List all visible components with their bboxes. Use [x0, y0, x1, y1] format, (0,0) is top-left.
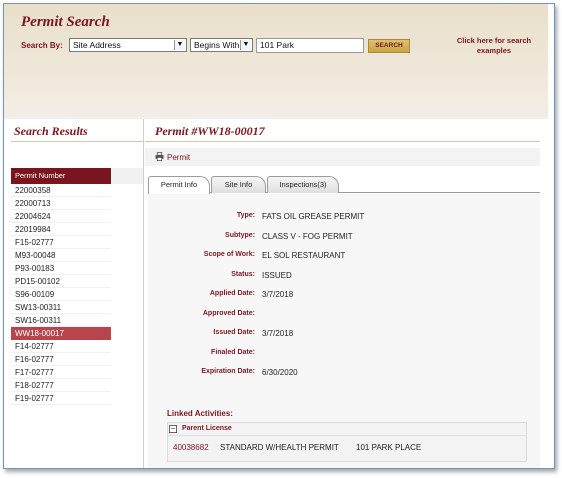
- activity-type: STANDARD W/HEALTH PERMIT: [220, 443, 339, 452]
- field-value: 6/30/2020: [262, 368, 298, 377]
- info-row: Subtype: CLASS V - FOG PERMIT: [148, 232, 540, 244]
- search-field-value: Site Address: [73, 40, 121, 50]
- search-header: Permit Search Search By: Site Address ▼ …: [4, 4, 548, 119]
- info-row: Expiration Date: 6/30/2020: [148, 368, 540, 380]
- result-item[interactable]: F19-02777: [11, 392, 111, 405]
- field-value: EL SOL RESTAURANT: [262, 251, 346, 260]
- info-row: Type: FATS OIL GREASE PERMIT: [148, 212, 540, 224]
- linked-activities-box: − Parent License 40038682 STANDARD W/HEA…: [167, 422, 527, 462]
- print-permit-link[interactable]: Permit: [167, 153, 190, 162]
- field-value: 3/7/2018: [262, 290, 294, 299]
- chevron-down-icon: ▼: [240, 40, 251, 50]
- divider: [145, 141, 540, 142]
- results-list: 22000358 22000713 22004624 22019984 F15-0277…: [11, 184, 143, 405]
- result-item[interactable]: SW16-00311: [11, 314, 111, 327]
- field-label: Approved Date:: [202, 310, 255, 317]
- result-item[interactable]: 22019984: [11, 223, 111, 236]
- activity-number-link[interactable]: 40038682: [173, 443, 209, 452]
- result-item[interactable]: WW18-00017: [11, 327, 111, 340]
- field-label: Scope of Work:: [203, 251, 255, 258]
- field-label: Status:: [231, 271, 255, 278]
- activity-address: 101 PARK PLACE: [356, 443, 422, 452]
- field-value: FATS OIL GREASE PERMIT: [262, 212, 365, 221]
- search-button[interactable]: SEARCH: [368, 39, 410, 53]
- result-item[interactable]: F15-02777: [11, 236, 111, 249]
- result-item[interactable]: M93-00048: [11, 249, 111, 262]
- field-value: CLASS V - FOG PERMIT: [262, 232, 353, 241]
- result-item[interactable]: PD15-00102: [11, 275, 111, 288]
- tab-site-info[interactable]: Site Info: [211, 176, 266, 193]
- result-item[interactable]: F14-02777: [11, 340, 111, 353]
- result-item[interactable]: SW13-00311: [11, 301, 111, 314]
- result-item[interactable]: F18-02777: [11, 379, 111, 392]
- match-type-select[interactable]: Begins With ▼: [190, 38, 253, 52]
- info-row: Issued Date: 3/7/2018: [148, 329, 540, 341]
- result-item[interactable]: S96-00109: [11, 288, 111, 301]
- info-row: Status: ISSUED: [148, 271, 540, 283]
- result-item[interactable]: 22000713: [11, 197, 111, 210]
- result-item[interactable]: F16-02777: [11, 353, 111, 366]
- permit-number-column-header: Permit Number: [11, 168, 111, 184]
- permit-tabs: Permit Info Site Info Inspections(3): [148, 176, 540, 194]
- result-item[interactable]: P93-00183: [11, 262, 111, 275]
- minus-box-icon[interactable]: −: [169, 425, 177, 433]
- field-value: 3/7/2018: [262, 329, 294, 338]
- print-toolbar: [145, 148, 540, 166]
- info-row: Applied Date: 3/7/2018: [148, 290, 540, 302]
- info-row: Approved Date:: [148, 310, 540, 322]
- search-by-label: Search By:: [21, 41, 63, 50]
- match-type-value: Begins With: [194, 40, 240, 50]
- field-label: Finaled Date:: [211, 349, 255, 356]
- search-examples-link[interactable]: Click here for search examples: [454, 36, 534, 56]
- divider: [168, 435, 526, 436]
- field-label: Subtype:: [225, 232, 255, 239]
- permit-info-panel: Linked Activities: − Parent License 4003…: [148, 194, 540, 468]
- result-item[interactable]: 22004624: [11, 210, 111, 223]
- tab-inspections[interactable]: Inspections(3): [267, 176, 339, 193]
- linked-activities-title: Linked Activities:: [167, 409, 233, 418]
- field-value: ISSUED: [262, 271, 292, 280]
- permit-title: Permit #WW18-00017: [155, 124, 265, 138]
- field-label: Issued Date:: [213, 329, 255, 336]
- search-results-title: Search Results: [14, 124, 88, 138]
- info-row: Finaled Date:: [148, 349, 540, 361]
- field-label: Type:: [236, 212, 255, 219]
- result-item[interactable]: F17-02777: [11, 366, 111, 379]
- search-field-select[interactable]: Site Address ▼: [69, 38, 187, 52]
- field-label: Applied Date:: [209, 290, 255, 297]
- tab-permit-info[interactable]: Permit Info: [148, 176, 210, 194]
- parent-license-label: Parent License: [182, 425, 232, 432]
- page-title: Permit Search: [21, 14, 110, 30]
- app-window: Permit Search Search By: Site Address ▼ …: [3, 3, 555, 469]
- permit-detail-panel: Permit #WW18-00017 Permit Permit Info Sit…: [145, 119, 540, 468]
- search-input[interactable]: 101 Park: [256, 38, 364, 53]
- field-label: Expiration Date:: [201, 368, 255, 375]
- printer-icon[interactable]: [155, 152, 164, 161]
- info-row: Scope of Work: EL SOL RESTAURANT: [148, 251, 540, 263]
- result-item[interactable]: 22000358: [11, 184, 111, 197]
- search-results-panel: Search Results Permit Number 22000358 220…: [11, 119, 144, 468]
- divider: [11, 141, 143, 142]
- column-header-filler: [111, 168, 143, 184]
- chevron-down-icon: ▼: [174, 40, 185, 50]
